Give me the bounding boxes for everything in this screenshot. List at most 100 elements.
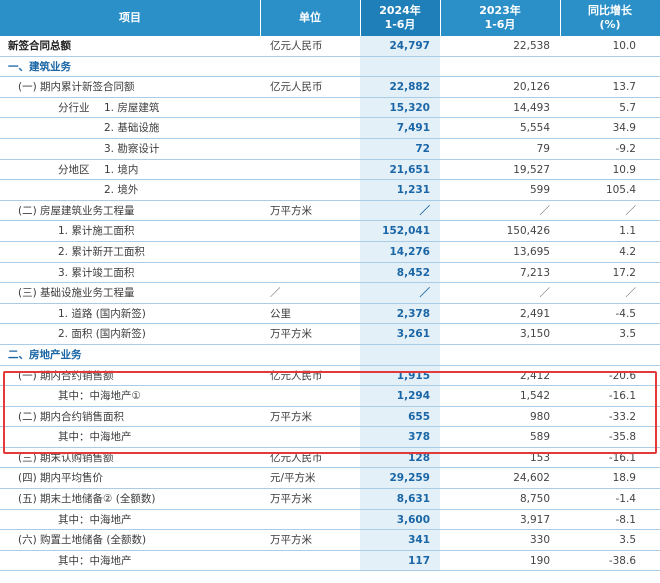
table-row: 1. 累计施工面积 152,041 150,426 1.1	[0, 221, 660, 242]
row-unit: 公里	[270, 307, 291, 320]
table-row: 一、建筑业务	[0, 57, 660, 78]
value-2024: 24,797	[389, 40, 430, 52]
value-2023: 79	[536, 142, 550, 155]
value-2024: ／	[419, 287, 431, 300]
value-2023: 150,426	[506, 225, 550, 238]
value-2024: 3,600	[396, 513, 430, 526]
row-label: 新签合同总额	[8, 40, 71, 52]
row-label: 其中：中海地产	[58, 554, 132, 567]
value-yoy: -8.1	[615, 513, 637, 526]
data-table: 项目 单位 2024年 1-6月 2023年 1-6月 同比增长 (%) 新签合同总额…	[0, 0, 660, 572]
row-label: (二) 房屋建筑业务工程量	[18, 204, 135, 217]
row-label: (一) 期内累计新签合同额	[18, 81, 135, 94]
row-label: 2. 面积 (国内新签)	[58, 328, 146, 341]
row-label: (三) 基础设施业务工程量	[18, 287, 135, 300]
row-unit: 亿元人民币	[270, 451, 323, 464]
row-label: (五) 期末土地储备② (全额数)	[18, 493, 156, 506]
value-2023: 2,412	[519, 369, 550, 382]
row-label: 二、房地产业务	[8, 348, 82, 361]
row-label: (六) 购置土地储备 (全额数)	[18, 534, 147, 547]
row-label: (一) 期内合约销售额	[18, 369, 114, 382]
value-2024: 152,041	[382, 225, 430, 238]
header-unit: 单位	[299, 11, 321, 24]
value-2023: ／	[539, 287, 551, 300]
row-label: (三) 期末认购销售额	[18, 451, 114, 464]
row-label: 其中：中海地产①	[58, 390, 141, 403]
value-2024: 14,276	[389, 245, 430, 258]
table-row: (一) 期内合约销售额 亿元人民币 1,915 2,412 -20.6	[0, 366, 660, 387]
table-row: (五) 期末土地储备② (全额数) 万平方米 8,631 8,750 -1.4	[0, 489, 660, 510]
value-2024: 2,378	[396, 307, 430, 320]
header-2023: 2023年 1-6月	[479, 4, 521, 31]
value-yoy: 3.5	[619, 328, 636, 341]
table-row: 2. 境外 1,231 599 105.4	[0, 180, 660, 201]
value-yoy: -20.6	[608, 369, 636, 382]
value-2023: 13,695	[513, 245, 550, 258]
value-2024: 341	[408, 534, 430, 547]
value-2024: 128	[408, 451, 430, 464]
row-label: 一、建筑业务	[8, 60, 71, 73]
value-yoy: -35.8	[608, 431, 636, 444]
value-2024: 21,651	[389, 163, 430, 176]
value-2023: 599	[529, 184, 550, 197]
row-label: (四) 期内平均售价	[18, 472, 104, 485]
table-row: 分地区 1. 境内 21,651 19,527 10.9	[0, 160, 660, 181]
table-row: 3. 累计竣工面积 8,452 7,213 17.2	[0, 263, 660, 284]
row-unit: 万平方米	[270, 493, 312, 506]
row-unit: 元/平方米	[270, 472, 316, 485]
value-2023: 5,554	[519, 122, 550, 135]
row-unit: 亿元人民币	[270, 40, 323, 52]
value-2024: 1,915	[396, 369, 430, 382]
table-row: 2. 面积 (国内新签) 万平方米 3,261 3,150 3.5	[0, 324, 660, 345]
value-yoy: ／	[625, 287, 637, 300]
table-row: (二) 房屋建筑业务工程量 万平方米 ／ ／ ／	[0, 201, 660, 222]
table-row: 其中：中海地产 117 190 -38.6	[0, 551, 660, 572]
row-unit: 万平方米	[270, 204, 312, 217]
row-label: 2. 累计新开工面积	[58, 245, 145, 258]
table-row: 分行业 1. 房屋建筑 15,320 14,493 5.7	[0, 98, 660, 119]
value-2024: 3,261	[396, 328, 430, 341]
value-2023: 14,493	[513, 101, 550, 114]
value-2023: 190	[529, 554, 550, 567]
value-2023: 24,602	[513, 472, 550, 485]
row-label: 3. 累计竣工面积	[58, 266, 135, 279]
value-yoy: 105.4	[605, 184, 636, 197]
value-2024: 8,631	[396, 493, 430, 506]
row-label: 1. 境内	[104, 163, 139, 176]
table-row: 其中：中海地产 378 589 -35.8	[0, 427, 660, 448]
row-label: 其中：中海地产	[58, 431, 132, 444]
value-2023: 22,538	[513, 40, 550, 52]
row-unit: 亿元人民币	[270, 81, 323, 94]
header-item: 项目	[119, 11, 141, 24]
value-yoy: 13.7	[612, 81, 636, 94]
value-2023: ／	[539, 204, 551, 217]
value-yoy: 17.2	[612, 266, 636, 279]
row-group-label: 分地区	[58, 163, 90, 176]
row-label: 1. 累计施工面积	[58, 225, 135, 238]
value-2023: 153	[529, 451, 550, 464]
value-yoy: 18.9	[612, 472, 636, 485]
row-unit: 万平方米	[270, 410, 312, 423]
value-2024: 29,259	[389, 472, 430, 485]
value-2023: 3,917	[519, 513, 550, 526]
table-row: (三) 基础设施业务工程量 ／ ／ ／ ／	[0, 283, 660, 304]
row-unit: 万平方米	[270, 328, 312, 341]
value-2023: 980	[529, 410, 550, 423]
table-row: (二) 期内合约销售面积 万平方米 655 980 -33.2	[0, 407, 660, 428]
value-yoy: 10.9	[612, 163, 636, 176]
table-row: 其中：中海地产 3,600 3,917 -8.1	[0, 510, 660, 531]
value-2023: 19,527	[513, 163, 550, 176]
value-yoy: 4.2	[619, 245, 636, 258]
table-row: (一) 期内累计新签合同额 亿元人民币 22,882 20,126 13.7	[0, 77, 660, 98]
value-yoy: 34.9	[612, 122, 636, 135]
value-2024: 117	[408, 554, 430, 567]
value-yoy: -16.1	[608, 390, 636, 403]
value-2024: 15,320	[389, 101, 430, 114]
value-2023: 2,491	[519, 307, 550, 320]
value-yoy: 5.7	[619, 101, 636, 114]
header-yoy: 同比增长 (%)	[588, 4, 632, 31]
value-2023: 330	[529, 534, 550, 547]
value-yoy: 1.1	[619, 225, 636, 238]
row-unit: 万平方米	[270, 534, 312, 547]
value-yoy: -1.4	[615, 493, 637, 506]
